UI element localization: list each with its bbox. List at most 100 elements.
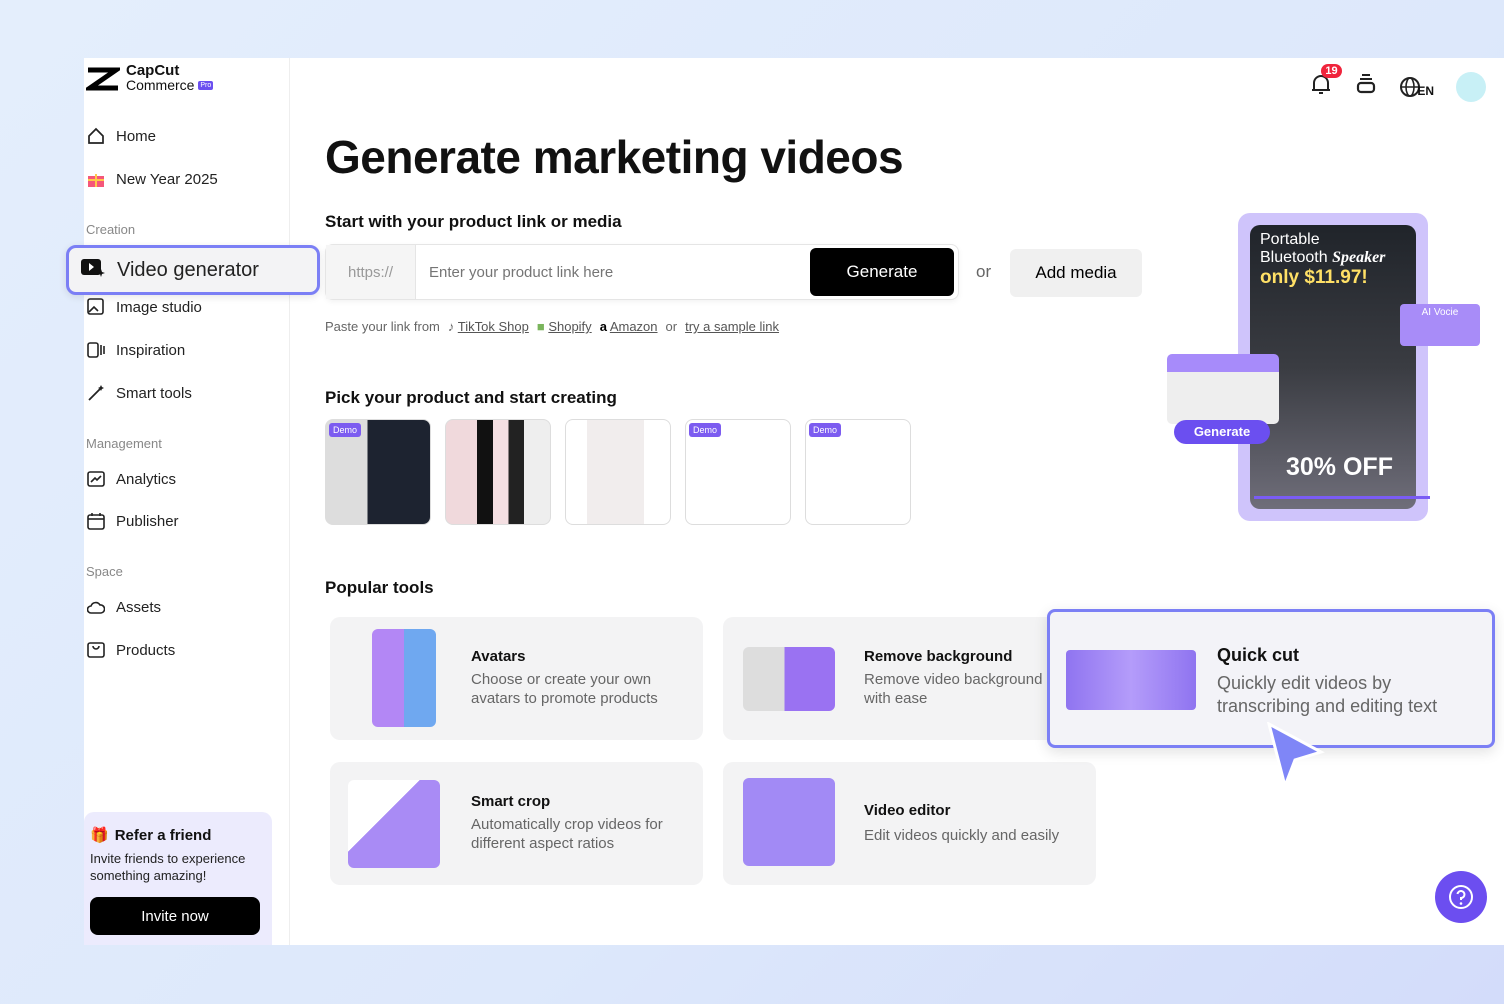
- hero-progress: [1254, 496, 1430, 499]
- sidebar-item-products[interactable]: Products: [86, 640, 175, 660]
- tool-title: Avatars: [471, 648, 526, 665]
- notification-badge: 19: [1321, 64, 1342, 78]
- sidebar-item-home[interactable]: Home: [86, 126, 156, 146]
- paste-label: Paste your link from: [325, 319, 440, 334]
- tool-desc: Choose or create your own avatars to pro…: [471, 671, 658, 707]
- hero-line2: Bluetooth: [1260, 249, 1328, 266]
- sidebar-item-label: Home: [116, 127, 157, 145]
- tool-desc: Automatically crop videos for different …: [471, 816, 663, 852]
- sidebar-item-analytics[interactable]: Analytics: [86, 469, 176, 489]
- ai-voice-tag: AI Vocie: [1400, 304, 1480, 346]
- gift-icon: [86, 169, 106, 189]
- sidebar-item-video-generator[interactable]: Video generator: [66, 245, 320, 295]
- start-title: Start with your product link or media: [325, 212, 622, 231]
- tool-title: Video editor: [864, 802, 951, 819]
- tool-card-smart-crop[interactable]: Smart crop Automatically crop videos for …: [330, 762, 703, 885]
- tool-desc: Quickly edit videos by transcribing and …: [1217, 673, 1438, 716]
- sidebar-item-smart-tools[interactable]: Smart tools: [86, 383, 192, 403]
- hero-price: only $11.97!: [1260, 267, 1368, 288]
- hero-discount: 30% OFF: [1286, 453, 1393, 481]
- video-editor-thumbnail: [743, 778, 835, 866]
- sidebar-item-label: Smart tools: [116, 384, 192, 402]
- tool-card-video-editor[interactable]: Video editor Edit videos quickly and easi…: [723, 762, 1096, 885]
- hero-illustration: Portable Bluetooth Speaker only $11.97! …: [1167, 213, 1480, 521]
- cursor-icon: [1266, 722, 1325, 791]
- refer-text: Invite friends to experience something a…: [90, 851, 246, 883]
- product-thumb-demo[interactable]: Demo: [685, 419, 791, 525]
- sidebar-item-label: Analytics: [116, 470, 177, 488]
- product-thumb-lipstick[interactable]: [445, 419, 551, 525]
- sidebar-item-label: Publisher: [116, 512, 179, 530]
- demo-badge: Demo: [329, 423, 362, 437]
- tool-title: Quick cut: [1217, 645, 1300, 665]
- sample-link[interactable]: try a sample link: [685, 319, 779, 334]
- notifications-button[interactable]: 19: [1309, 64, 1342, 101]
- hero-line2b: Speaker: [1332, 249, 1386, 266]
- video-generator-icon: [81, 257, 105, 283]
- product-thumb-pants[interactable]: [565, 419, 671, 525]
- section-management: Management: [86, 436, 162, 451]
- help-button[interactable]: [1435, 871, 1487, 923]
- sidebar-item-assets[interactable]: Assets: [86, 597, 161, 617]
- brand-name: CapCut: [126, 62, 180, 79]
- page-title: Generate marketing videos: [325, 131, 904, 183]
- demo-badge: Demo: [809, 423, 842, 437]
- product-thumb-headphones[interactable]: Demo: [325, 419, 431, 525]
- language-code: EN: [1417, 83, 1434, 98]
- popular-title: Popular tools: [325, 578, 434, 597]
- tool-card-remove-background[interactable]: Remove background Remove video background…: [723, 617, 1096, 740]
- tiktok-shop-link[interactable]: TikTok Shop: [458, 319, 529, 334]
- avatar[interactable]: [1456, 71, 1486, 102]
- avatars-thumbnail: [372, 629, 436, 727]
- capcut-logo-icon: [86, 67, 120, 91]
- ai-voice-label: AI Vocie: [1421, 307, 1459, 318]
- tool-card-avatars[interactable]: Avatars Choose or create your own avatars…: [330, 617, 703, 740]
- remove-bg-thumbnail: [743, 647, 835, 711]
- sidebar-item-inspiration[interactable]: Inspiration: [86, 340, 185, 360]
- sidebar-item-publisher[interactable]: Publisher: [86, 511, 179, 531]
- shopify-link[interactable]: Shopify: [548, 319, 591, 334]
- shopify-icon: ■: [536, 319, 545, 334]
- section-creation: Creation: [86, 222, 136, 237]
- smart-crop-thumbnail: [348, 780, 440, 868]
- tool-desc: Remove video background with ease: [864, 671, 1043, 707]
- invite-now-button[interactable]: Invite now: [90, 897, 260, 935]
- hero-line1: Portable: [1260, 231, 1320, 248]
- sidebar-item-new-year[interactable]: New Year 2025: [86, 169, 218, 189]
- product-thumbnails: Demo Demo Demo: [325, 419, 911, 525]
- tool-title: Smart crop: [471, 793, 551, 810]
- sidebar: CapCut Commerce Pro Home New Year 2025 Cr…: [66, 58, 320, 945]
- quick-cut-thumbnail: [1066, 650, 1196, 710]
- tool-card-quick-cut[interactable]: Quick cut Quickly edit videos by transcr…: [1047, 609, 1495, 791]
- pick-title: Pick your product and start creating: [325, 388, 617, 407]
- sidebar-item-label: Products: [116, 641, 176, 659]
- add-media-button[interactable]: Add media: [1010, 249, 1142, 297]
- calendar-icon: [86, 511, 106, 531]
- logo[interactable]: CapCut Commerce Pro: [86, 62, 214, 93]
- magic-wand-icon: [86, 383, 106, 403]
- refer-title: Refer a friend: [114, 826, 212, 844]
- brand-sub: Commerce: [126, 77, 195, 93]
- sidebar-item-label: Image studio: [116, 298, 202, 316]
- product-link-input[interactable]: [416, 263, 810, 281]
- sidebar-item-label: Assets: [116, 598, 162, 616]
- image-studio-icon: [86, 297, 106, 317]
- home-icon: [86, 126, 106, 146]
- generate-button[interactable]: Generate: [810, 248, 954, 296]
- question-icon: [1449, 885, 1473, 909]
- demo-badge: Demo: [689, 423, 722, 437]
- inbox-button[interactable]: [1355, 73, 1377, 100]
- url-prefix: https://: [326, 245, 416, 299]
- language-button[interactable]: EN: [1399, 76, 1434, 98]
- paste-hint: Paste your link from ♪ TikTok Shop ■ Sho…: [325, 319, 779, 334]
- sidebar-item-label: New Year 2025: [116, 170, 218, 188]
- product-thumb-demo[interactable]: Demo: [805, 419, 911, 525]
- analytics-icon: [86, 469, 106, 489]
- products-icon: [86, 640, 106, 660]
- tiktok-icon: ♪: [447, 319, 455, 334]
- amazon-link[interactable]: Amazon: [610, 319, 658, 334]
- tool-title: Remove background: [864, 648, 1013, 665]
- sidebar-item-label: Inspiration: [116, 341, 186, 359]
- sidebar-item-image-studio[interactable]: Image studio: [86, 297, 202, 317]
- amazon-icon: a: [599, 319, 607, 334]
